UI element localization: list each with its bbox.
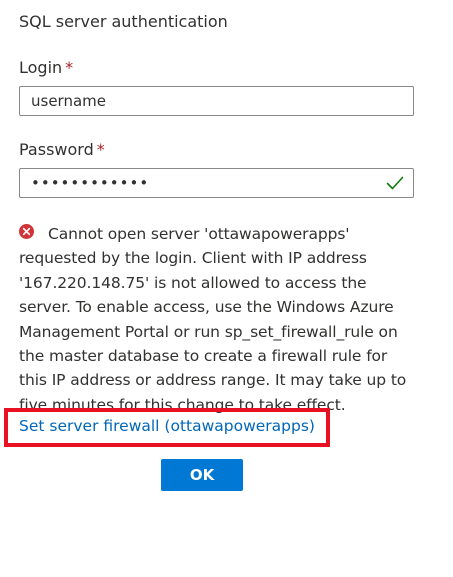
ok-button[interactable]: OK [161,459,243,491]
login-label-text: Login [19,58,63,77]
error-message-text: Cannot open server 'ottawapowerapps' req… [19,225,407,414]
set-server-firewall-link[interactable]: Set server firewall (ottawapowerapps) [19,417,315,435]
required-marker: * [96,140,105,159]
password-input[interactable] [19,168,414,198]
required-marker: * [65,58,74,77]
error-circle-icon [19,224,34,239]
auth-section-title: SQL server authentication [19,12,228,31]
password-label-text: Password [19,140,94,159]
login-label: Login * [19,58,73,77]
password-label: Password * [19,140,105,159]
error-message-block: Cannot open server 'ottawapowerapps' req… [19,222,419,417]
login-input[interactable] [19,86,414,116]
checkmark-icon [386,176,404,190]
